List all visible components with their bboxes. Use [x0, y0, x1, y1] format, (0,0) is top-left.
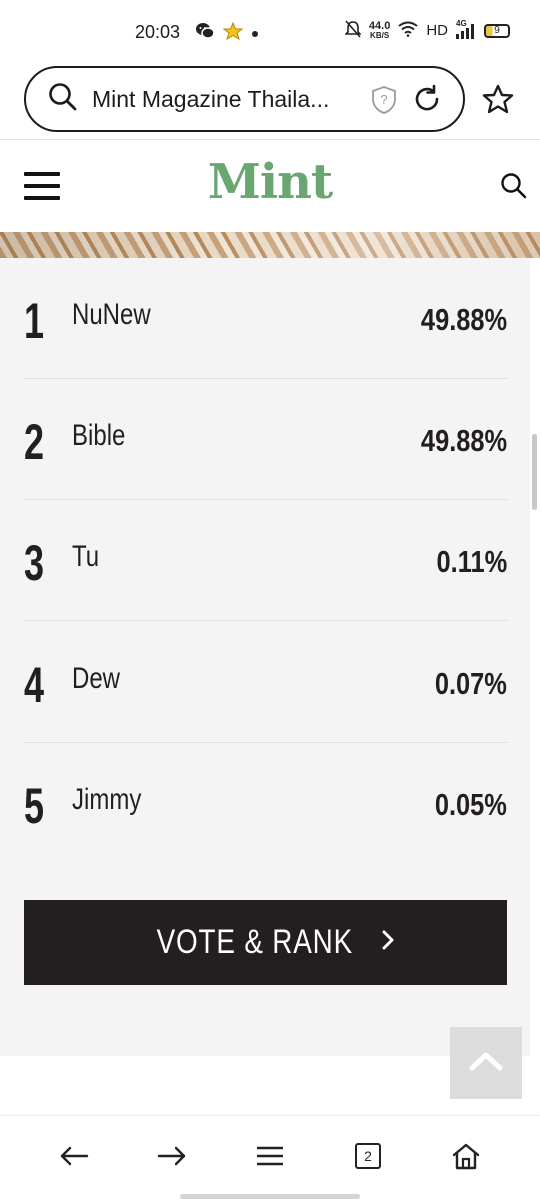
browser-bottom-nav: 2: [0, 1115, 540, 1200]
svg-text:?: ?: [380, 92, 387, 107]
candidate-name: NuNew: [72, 298, 151, 331]
net-speed-value: 44.0: [368, 19, 391, 32]
home-indicator[interactable]: [180, 1194, 360, 1199]
rank-number: 1: [24, 293, 45, 349]
battery-level: 9: [494, 25, 500, 36]
search-icon: [48, 82, 78, 117]
status-time: 20:03: [135, 22, 181, 42]
vote-percent: 49.88%: [420, 423, 507, 458]
home-icon[interactable]: [446, 1138, 486, 1174]
status-bar: 20:03 44.0 KB/S HD 4G 9: [0, 0, 540, 64]
net-speed-unit: KB/S: [370, 30, 390, 40]
bookmark-star-icon[interactable]: [482, 84, 514, 119]
vote-percent: 0.07%: [434, 666, 507, 701]
shield-question-icon[interactable]: ?: [370, 85, 398, 120]
hd-label: HD: [426, 22, 448, 39]
address-text: Mint Magazine Thaila...: [92, 85, 330, 112]
rank-number: 5: [24, 778, 45, 834]
dot-icon: [251, 25, 259, 43]
ranking-panel: 1 NuNew 49.88% 2 Bible 49.88% 3 Tu 0.11%…: [0, 258, 530, 1056]
reload-icon[interactable]: [412, 84, 442, 119]
net-speed: 44.0 KB/S: [368, 19, 391, 40]
ranking-row: 3 Tu 0.11%: [24, 500, 507, 621]
page: 20:03 44.0 KB/S HD 4G 9 Mint Magazine Th…: [0, 0, 540, 1200]
ranking-row: 1 NuNew 49.88%: [24, 258, 507, 379]
status-left-icons: [195, 21, 259, 45]
vote-rank-label: VOTE & RANK: [156, 923, 353, 961]
ranking-row: 5 Jimmy 0.05%: [24, 743, 507, 864]
vote-percent: 0.05%: [434, 787, 507, 822]
search-icon[interactable]: [500, 172, 528, 205]
signal-icon: 4G: [456, 19, 476, 39]
tab-count: 2: [355, 1143, 381, 1169]
status-right-icons: 44.0 KB/S HD 4G 9: [343, 19, 510, 41]
candidate-name: Bible: [72, 419, 126, 452]
wechat-icon: [195, 22, 215, 45]
site-header: Mint: [0, 140, 540, 232]
chevron-up-icon: [468, 1050, 504, 1077]
hero-image-shade: [0, 232, 540, 258]
rank-number: 2: [24, 414, 45, 470]
star-badge-icon: [222, 21, 244, 45]
vote-percent: 49.88%: [420, 302, 507, 337]
ranking-row: 2 Bible 49.88%: [24, 379, 507, 500]
battery-icon: 9: [484, 23, 510, 38]
rank-number: 3: [24, 535, 45, 591]
candidate-name: Tu: [72, 540, 100, 573]
vote-percent: 0.11%: [436, 544, 507, 579]
mute-bell-icon: [343, 20, 362, 41]
back-to-top-button[interactable]: [450, 1027, 522, 1099]
hero-image: [0, 232, 540, 258]
back-arrow-icon[interactable]: [54, 1138, 94, 1174]
ranking-row: 4 Dew 0.07%: [24, 622, 507, 743]
vote-rank-button[interactable]: VOTE & RANK: [24, 900, 507, 985]
site-logo[interactable]: Mint: [0, 154, 540, 210]
network-label: 4G: [456, 18, 467, 28]
tabs-icon[interactable]: 2: [348, 1138, 388, 1174]
address-bar[interactable]: Mint Magazine Thaila... ?: [24, 66, 465, 132]
chevron-right-icon: [380, 928, 396, 957]
rank-number: 4: [24, 657, 45, 713]
page-scrollbar[interactable]: [532, 434, 537, 510]
wifi-icon: [398, 21, 418, 40]
candidate-name: Jimmy: [72, 783, 142, 816]
candidate-name: Dew: [72, 662, 121, 695]
forward-arrow-icon[interactable]: [152, 1138, 192, 1174]
browser-toolbar: Mint Magazine Thaila... ?: [0, 64, 540, 140]
menu-icon[interactable]: [250, 1138, 290, 1174]
